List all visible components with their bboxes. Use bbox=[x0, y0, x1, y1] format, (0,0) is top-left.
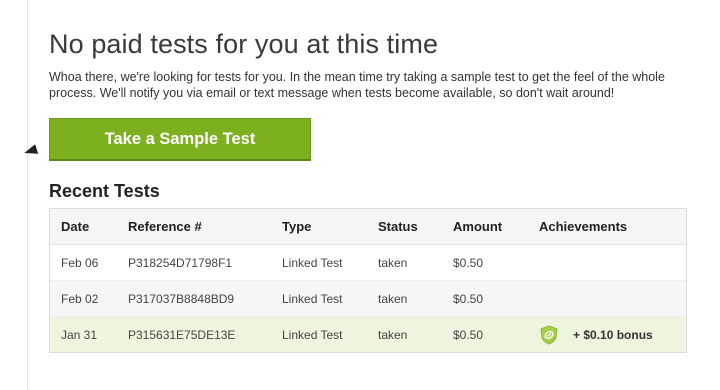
cell-reference: P315631E75DE13E bbox=[117, 316, 271, 352]
intro-text: Whoa there, we're looking for tests for … bbox=[49, 70, 665, 100]
column-header-type: Type bbox=[271, 209, 367, 245]
table-header-row: Date Reference # Type Status Amount Achi… bbox=[50, 209, 686, 245]
cell-status: taken bbox=[367, 316, 442, 352]
main-content: No paid tests for you at this time Whoa … bbox=[49, 26, 689, 353]
cell-achievements bbox=[528, 244, 686, 281]
recent-tests-table: Date Reference # Type Status Amount Achi… bbox=[49, 208, 687, 353]
cell-type: Linked Test bbox=[271, 280, 367, 317]
recent-tests-heading: Recent Tests bbox=[49, 181, 160, 201]
cell-achievements: + $0.10 bonus bbox=[528, 316, 686, 352]
bonus-label: + $0.10 bonus bbox=[573, 327, 653, 342]
column-header-reference: Reference # bbox=[117, 209, 271, 245]
cell-date: Jan 31 bbox=[50, 316, 117, 352]
column-header-achievements: Achievements bbox=[528, 209, 686, 245]
column-header-status: Status bbox=[367, 209, 442, 245]
cell-amount: $0.50 bbox=[442, 316, 528, 352]
cell-date: Feb 06 bbox=[50, 244, 117, 281]
cell-status: taken bbox=[367, 280, 442, 317]
page-title: No paid tests for you at this time bbox=[49, 29, 439, 59]
column-header-date: Date bbox=[50, 209, 117, 245]
cell-reference: P318254D71798F1 bbox=[117, 244, 271, 281]
table-row: Jan 31 P315631E75DE13E Linked Test taken… bbox=[50, 316, 686, 352]
take-sample-test-button[interactable]: Take a Sample Test bbox=[49, 118, 311, 161]
cell-date: Feb 02 bbox=[50, 280, 117, 317]
shield-badge-icon bbox=[539, 324, 559, 345]
cell-status: taken bbox=[367, 244, 442, 281]
table-row: Feb 06 P318254D71798F1 Linked Test taken… bbox=[50, 244, 686, 281]
cell-type: Linked Test bbox=[271, 316, 367, 352]
table-row: Feb 02 P317037B8848BD9 Linked Test taken… bbox=[50, 280, 686, 317]
cell-achievements bbox=[528, 280, 686, 317]
cell-reference: P317037B8848BD9 bbox=[117, 280, 271, 317]
cell-amount: $0.50 bbox=[442, 244, 528, 281]
cell-type: Linked Test bbox=[271, 244, 367, 281]
pointer-arrow-icon bbox=[22, 144, 39, 158]
left-divider bbox=[27, 0, 28, 390]
column-header-amount: Amount bbox=[442, 209, 528, 245]
cell-amount: $0.50 bbox=[442, 280, 528, 317]
